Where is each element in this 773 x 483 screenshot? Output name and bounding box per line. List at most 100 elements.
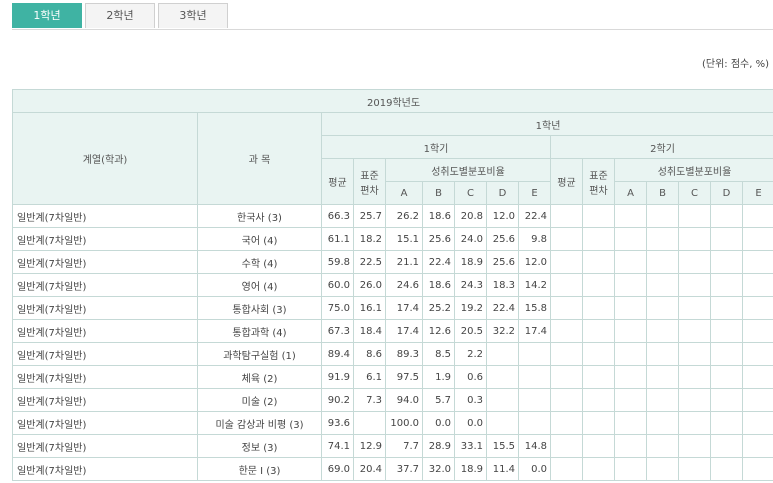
table-row: 일반계(7차일반) 과학탐구실험 (1) 89.4 8.6 89.3 8.5 2.2	[12, 342, 773, 366]
sem2-avg-cell	[550, 434, 583, 458]
sem2-avg-cell	[550, 296, 583, 320]
sem2-e-cell	[741, 319, 773, 343]
sem2-grade-a-header: A	[614, 181, 647, 205]
sem1-c-cell: 0.3	[454, 388, 487, 412]
sem1-e-cell: 12.0	[518, 250, 551, 274]
sem2-b-cell	[646, 457, 679, 481]
subject-cell: 미술 감상과 비평 (3)	[197, 411, 322, 435]
sem1-b-cell: 8.5	[422, 342, 455, 366]
sem2-std-cell	[582, 388, 615, 412]
sem1-avg-cell: 90.2	[321, 388, 354, 412]
sem2-b-cell	[646, 365, 679, 389]
dept-cell: 일반계(7차일반)	[12, 227, 198, 251]
sem2-b-cell	[646, 388, 679, 412]
sem1-grade-a-header: A	[385, 181, 423, 205]
sem2-c-cell	[678, 434, 711, 458]
subject-cell: 수학 (4)	[197, 250, 322, 274]
sem2-c-cell	[678, 457, 711, 481]
semester-1-header: 1학기	[321, 135, 551, 159]
table-row: 일반계(7차일반) 수학 (4) 59.8 22.5 21.1 22.4 18.9 25.6 1…	[12, 250, 773, 274]
sem1-distribution-header: 성취도별분포비율	[385, 158, 551, 182]
sem2-a-cell	[614, 296, 647, 320]
sem2-c-cell	[678, 273, 711, 297]
sem2-d-cell	[710, 342, 743, 366]
subject-cell: 한국사 (3)	[197, 204, 322, 228]
sem2-grade-e-header: E	[741, 181, 773, 205]
sem2-a-cell	[614, 250, 647, 274]
sem2-avg-cell	[550, 227, 583, 251]
sem1-std-cell: 20.4	[353, 457, 386, 481]
subject-cell: 영어 (4)	[197, 273, 322, 297]
sem2-a-cell	[614, 365, 647, 389]
sem1-a-cell: 17.4	[385, 296, 423, 320]
sem2-a-cell	[614, 204, 647, 228]
sem1-std-cell: 22.5	[353, 250, 386, 274]
dept-cell: 일반계(7차일반)	[12, 388, 198, 412]
sem1-c-cell: 20.5	[454, 319, 487, 343]
sem2-d-cell	[710, 388, 743, 412]
sem1-e-cell: 22.4	[518, 204, 551, 228]
sem1-c-cell: 18.9	[454, 457, 487, 481]
sem1-d-cell: 32.2	[486, 319, 519, 343]
semester-2-header: 2학기	[549, 135, 773, 159]
subject-cell: 한문 I (3)	[197, 457, 322, 481]
sem1-d-cell	[486, 388, 519, 412]
tab-grade-1[interactable]: 1학년	[12, 3, 82, 28]
sem2-d-cell	[710, 457, 743, 481]
sem1-a-cell: 97.5	[385, 365, 423, 389]
sem2-c-cell	[678, 388, 711, 412]
sem2-a-cell	[614, 342, 647, 366]
sem1-d-cell	[486, 342, 519, 366]
sem1-grade-d-header: D	[486, 181, 519, 205]
sem1-avg-cell: 60.0	[321, 273, 354, 297]
sem1-avg-cell: 61.1	[321, 227, 354, 251]
sem1-e-cell	[518, 388, 551, 412]
sem2-avg-cell	[550, 319, 583, 343]
sem2-std-cell	[582, 319, 615, 343]
sem1-b-cell: 5.7	[422, 388, 455, 412]
sem2-avg-cell	[550, 388, 583, 412]
sem1-b-cell: 32.0	[422, 457, 455, 481]
table-row: 일반계(7차일반) 통합과학 (4) 67.3 18.4 17.4 12.6 20.5 32.…	[12, 319, 773, 343]
sem2-c-cell	[678, 204, 711, 228]
sem1-b-cell: 22.4	[422, 250, 455, 274]
sem1-d-cell: 25.6	[486, 250, 519, 274]
sem1-e-cell: 17.4	[518, 319, 551, 343]
sem1-std-cell: 6.1	[353, 365, 386, 389]
grade-tab-bar: 1학년 2학년 3학년	[12, 3, 773, 30]
sem1-avg-cell: 67.3	[321, 319, 354, 343]
sem1-avg-cell: 74.1	[321, 434, 354, 458]
sem1-std-cell: 12.9	[353, 434, 386, 458]
sem1-a-cell: 37.7	[385, 457, 423, 481]
sem1-d-cell: 18.3	[486, 273, 519, 297]
tab-grade-2[interactable]: 2학년	[85, 3, 155, 28]
dept-column-header: 계열(학과)	[12, 112, 198, 205]
table-row: 일반계(7차일반) 국어 (4) 61.1 18.2 15.1 25.6 24.0 25.6 9…	[12, 227, 773, 251]
dept-cell: 일반계(7차일반)	[12, 273, 198, 297]
dept-cell: 일반계(7차일반)	[12, 411, 198, 435]
sem2-c-cell	[678, 342, 711, 366]
sem2-a-cell	[614, 227, 647, 251]
sem2-e-cell	[741, 204, 773, 228]
sem1-e-cell	[518, 342, 551, 366]
sem2-std-dev-header: 표준 편차	[582, 158, 615, 205]
sem2-std-cell	[582, 273, 615, 297]
tab-grade-3[interactable]: 3학년	[158, 3, 228, 28]
table-row: 일반계(7차일반) 체육 (2) 91.9 6.1 97.5 1.9 0.6	[12, 365, 773, 389]
sem2-a-cell	[614, 273, 647, 297]
sem1-d-cell: 15.5	[486, 434, 519, 458]
sem2-avg-cell	[550, 204, 583, 228]
sem1-avg-cell: 89.4	[321, 342, 354, 366]
sem2-e-cell	[741, 250, 773, 274]
sem2-e-cell	[741, 273, 773, 297]
sem2-a-cell	[614, 319, 647, 343]
sem2-e-cell	[741, 457, 773, 481]
sem1-a-cell: 89.3	[385, 342, 423, 366]
sem1-grade-b-header: B	[422, 181, 455, 205]
sem1-std-cell: 18.4	[353, 319, 386, 343]
dept-cell: 일반계(7차일반)	[12, 250, 198, 274]
sem1-avg-cell: 75.0	[321, 296, 354, 320]
sem2-c-cell	[678, 296, 711, 320]
sem1-c-cell: 24.3	[454, 273, 487, 297]
sem1-c-cell: 0.6	[454, 365, 487, 389]
